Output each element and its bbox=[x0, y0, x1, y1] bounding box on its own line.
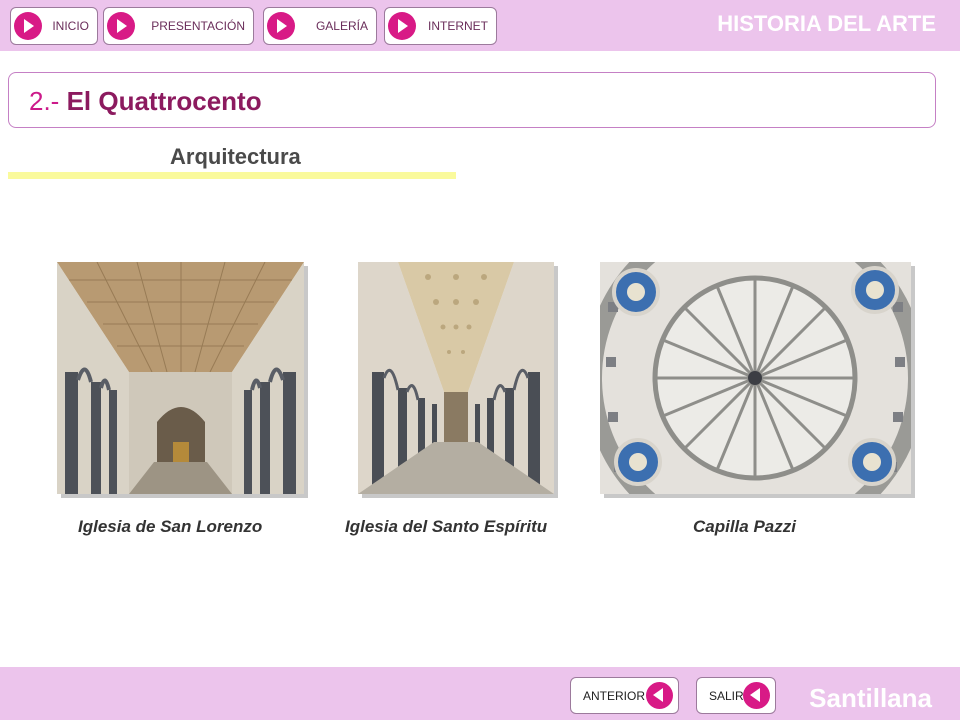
photo-santo-espiritu[interactable] bbox=[358, 262, 554, 494]
nav-button-internet[interactable]: INTERNET bbox=[384, 7, 497, 45]
play-icon bbox=[267, 12, 295, 40]
publisher-logo: Santillana bbox=[809, 683, 932, 713]
back-arrow-icon bbox=[646, 682, 673, 709]
caption-santo-espiritu: Iglesia del Santo Espíritu bbox=[345, 517, 548, 536]
santo-espiritu-image bbox=[358, 262, 554, 494]
title-box: 2.- El Quattrocento bbox=[8, 72, 936, 128]
title-text: El Quattrocento bbox=[66, 86, 262, 116]
nav-button-inicio[interactable]: INICIO bbox=[10, 7, 98, 45]
nav-label: PRESENTACIÓN bbox=[151, 19, 245, 33]
app-brand-title: HISTORIA DEL ARTE bbox=[717, 11, 936, 36]
previous-label: ANTERIOR bbox=[583, 689, 646, 703]
photo-capilla-pazzi[interactable] bbox=[600, 262, 911, 494]
nav-button-galeria[interactable]: GALERÍA bbox=[263, 7, 377, 45]
caption-capilla-pazzi: Capilla Pazzi bbox=[693, 517, 796, 536]
play-icon bbox=[388, 12, 416, 40]
section-heading: Arquitectura bbox=[170, 144, 301, 169]
back-arrow-icon bbox=[743, 682, 770, 709]
title-number: 2.- bbox=[29, 86, 67, 116]
previous-button[interactable]: ANTERIOR bbox=[570, 677, 679, 714]
capilla-pazzi-image bbox=[600, 262, 911, 494]
exit-label: SALIR bbox=[709, 689, 744, 703]
san-lorenzo-image bbox=[57, 262, 304, 494]
nav-button-presentacion[interactable]: PRESENTACIÓN bbox=[103, 7, 254, 45]
section-underline bbox=[8, 172, 456, 179]
nav-label: GALERÍA bbox=[315, 19, 368, 33]
page-title: 2.- El Quattrocento bbox=[29, 86, 262, 117]
nav-label: INTERNET bbox=[428, 19, 488, 33]
play-icon bbox=[14, 12, 42, 40]
play-icon bbox=[107, 12, 135, 40]
nav-label: INICIO bbox=[52, 19, 89, 33]
exit-button[interactable]: SALIR bbox=[696, 677, 776, 714]
photo-san-lorenzo[interactable] bbox=[57, 262, 304, 494]
caption-san-lorenzo: Iglesia de San Lorenzo bbox=[78, 517, 263, 536]
